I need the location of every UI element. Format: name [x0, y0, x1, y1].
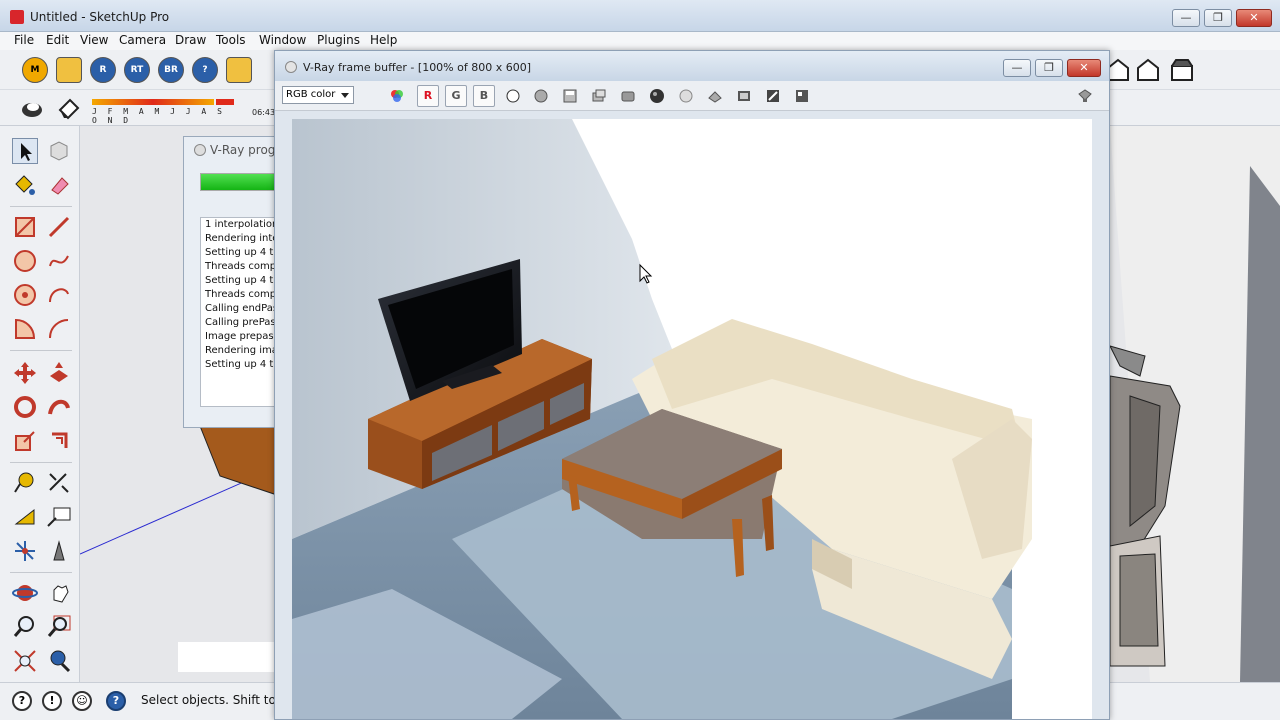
menu-tools[interactable]: Tools: [216, 33, 246, 47]
progress-bar: [200, 173, 284, 191]
menu-view[interactable]: View: [80, 33, 108, 47]
maximize-button[interactable]: ❐: [1204, 9, 1232, 27]
line-icon[interactable]: [46, 214, 72, 240]
select-tool-icon[interactable]: [12, 138, 38, 164]
zoom-window-icon[interactable]: [46, 614, 72, 640]
push-pull-icon[interactable]: [46, 360, 72, 386]
minimize-button[interactable]: —: [1172, 9, 1200, 27]
shadow-settings-icon[interactable]: [20, 96, 44, 120]
follow-me-icon[interactable]: [46, 394, 72, 420]
axes-icon[interactable]: [12, 538, 38, 564]
vfb-title: V-Ray frame buffer - [100% of 800 x 600]: [303, 61, 532, 74]
arc-icon[interactable]: [46, 282, 72, 308]
pan-icon[interactable]: [46, 580, 72, 606]
vray-batch-render-icon[interactable]: BR: [158, 57, 184, 83]
vray-rt-render-icon[interactable]: RT: [124, 57, 150, 83]
alpha-icon[interactable]: [533, 88, 549, 104]
vray-icon: [194, 144, 206, 156]
3d-text-icon[interactable]: [46, 538, 72, 564]
vray-progress-window: V-Ray progress 1 interpolation Rendering …: [183, 136, 300, 428]
menu-bar: File Edit View Camera Draw Tools Window …: [0, 32, 1280, 50]
vfb-toolbar: RGB color R G B: [275, 81, 1109, 111]
living-room-render: [292, 119, 1092, 719]
vray-frame-buffer-window: V-Ray frame buffer - [100% of 800 x 600]…: [274, 50, 1110, 720]
vray-help-icon[interactable]: ?: [192, 57, 218, 83]
clear-image-icon[interactable]: [620, 88, 636, 104]
move-icon[interactable]: [12, 360, 38, 386]
vfb-maximize-button[interactable]: ❐: [1035, 59, 1063, 77]
shadow-month-slider[interactable]: J F M A M J J A S O N D: [92, 97, 238, 125]
vray-render-icon[interactable]: R: [90, 57, 116, 83]
shadow-time-label: 06:43: [252, 108, 276, 117]
instructor-help-icon[interactable]: ?: [106, 691, 126, 711]
track-mouse-icon[interactable]: [678, 88, 694, 104]
previous-view-icon[interactable]: [46, 648, 72, 674]
tool-palette: [0, 126, 80, 682]
text-icon[interactable]: [46, 504, 72, 530]
paint-bucket-icon[interactable]: [12, 172, 38, 198]
vray-icon: [285, 61, 297, 73]
menu-camera[interactable]: Camera: [119, 33, 166, 47]
sketchup-app-icon: [10, 10, 24, 24]
menu-draw[interactable]: Draw: [175, 33, 206, 47]
zoom-icon[interactable]: [12, 614, 38, 640]
vray-options-icon[interactable]: [56, 57, 82, 83]
monochrome-icon[interactable]: [505, 88, 521, 104]
vfb-close-button[interactable]: ✕: [1067, 59, 1101, 77]
display-shadows-icon[interactable]: [56, 96, 80, 120]
dimension-icon[interactable]: [46, 470, 72, 496]
rectangle-icon[interactable]: [12, 214, 38, 240]
channel-dropdown-value: RGB color: [286, 89, 336, 100]
eraser-icon[interactable]: [46, 172, 72, 198]
make-component-icon[interactable]: [46, 138, 72, 164]
geo-location-icon[interactable]: ?: [12, 691, 32, 711]
scale-icon[interactable]: [12, 428, 38, 454]
standard-views-icons[interactable]: [1106, 58, 1206, 84]
show-history-icon[interactable]: [736, 88, 752, 104]
render-region-icon[interactable]: [649, 88, 665, 104]
pixel-info-icon[interactable]: [794, 88, 810, 104]
title-bar: Untitled - SketchUp Pro — ❐ ✕: [0, 0, 1280, 32]
menu-plugins[interactable]: Plugins: [317, 33, 360, 47]
orbit-icon[interactable]: [12, 580, 38, 606]
vfb-options-icon[interactable]: [1077, 88, 1093, 104]
menu-edit[interactable]: Edit: [46, 33, 69, 47]
menu-file[interactable]: File: [14, 33, 34, 47]
vfb-title-bar: V-Ray frame buffer - [100% of 800 x 600]…: [275, 51, 1109, 81]
pie-icon[interactable]: [12, 316, 38, 342]
green-channel-button[interactable]: G: [445, 85, 467, 107]
link-to-vfb-icon[interactable]: [707, 88, 723, 104]
user-account-icon[interactable]: ☺: [72, 691, 92, 711]
menu-help[interactable]: Help: [370, 33, 397, 47]
protractor-icon[interactable]: [12, 504, 38, 530]
two-point-arc-icon[interactable]: [46, 316, 72, 342]
credits-icon[interactable]: !: [42, 691, 62, 711]
vray-material-editor-icon[interactable]: M: [22, 57, 48, 83]
red-channel-button[interactable]: R: [417, 85, 439, 107]
freehand-icon[interactable]: [46, 248, 72, 274]
correction-controls-icon[interactable]: [765, 88, 781, 104]
offset-icon[interactable]: [46, 428, 72, 454]
save-image-icon[interactable]: [562, 88, 578, 104]
color-channels-icon[interactable]: [389, 88, 405, 104]
window-title: Untitled - SketchUp Pro: [30, 10, 170, 24]
menu-window[interactable]: Window: [259, 33, 306, 47]
month-labels: J F M A M J J A S O N D: [92, 107, 225, 125]
rendered-image[interactable]: [292, 119, 1092, 719]
chevron-down-icon: [341, 93, 349, 98]
close-button[interactable]: ✕: [1236, 9, 1272, 27]
rotate-icon[interactable]: [12, 394, 38, 420]
blue-channel-button[interactable]: B: [473, 85, 495, 107]
sketchup-window: Untitled - SketchUp Pro — ❐ ✕ File Edit …: [0, 0, 1280, 720]
zoom-extents-icon[interactable]: [12, 648, 38, 674]
status-message: Select objects. Shift to: [141, 693, 276, 707]
vfb-minimize-button[interactable]: —: [1003, 59, 1031, 77]
channel-dropdown[interactable]: RGB color: [282, 86, 354, 104]
load-image-icon[interactable]: [591, 88, 607, 104]
tape-measure-icon[interactable]: [12, 470, 38, 496]
circle-icon[interactable]: [12, 248, 38, 274]
vray-tag-icon[interactable]: [226, 57, 252, 83]
polygon-icon[interactable]: [12, 282, 38, 308]
